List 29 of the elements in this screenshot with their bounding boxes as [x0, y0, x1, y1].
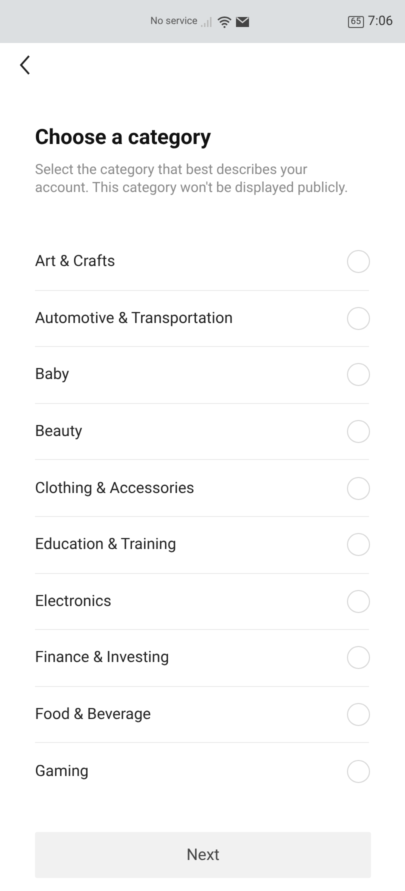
category-option[interactable]: Clothing & Accessories [35, 460, 369, 517]
radio-button[interactable] [347, 476, 370, 500]
clock-time: 7:06 [368, 12, 393, 31]
back-icon [19, 55, 31, 75]
radio-button[interactable] [347, 363, 370, 386]
radio-button[interactable] [347, 760, 370, 784]
battery-indicator: 65 [348, 16, 364, 28]
category-option[interactable]: Beauty [35, 404, 369, 460]
category-option[interactable]: Finance & Investing [35, 630, 369, 687]
wifi-icon [217, 16, 232, 28]
radio-button[interactable] [347, 533, 370, 556]
category-option[interactable]: Food & Beverage [35, 686, 369, 744]
radio-button[interactable] [347, 420, 370, 444]
category-option[interactable]: Automotive & Transportation [35, 290, 369, 348]
radio-button[interactable] [347, 703, 370, 726]
mail-icon [236, 16, 250, 26]
signal-icon [201, 16, 214, 26]
category-option[interactable]: Art & Crafts [35, 234, 369, 291]
carrier-text: No service [150, 15, 198, 29]
radio-button[interactable] [347, 646, 370, 670]
page-description: Select the category that best describes your account. This category won't be displayed publicly. [35, 161, 350, 197]
page-title: Choose a category [35, 125, 212, 152]
category-option[interactable]: Education & Training [35, 516, 369, 574]
category-option[interactable]: Gaming [35, 743, 369, 800]
category-option[interactable]: Baby [35, 347, 369, 404]
radio-button[interactable] [347, 250, 370, 274]
category-option[interactable]: Electronics [35, 574, 369, 630]
radio-button[interactable] [347, 306, 370, 330]
radio-button[interactable] [347, 590, 370, 613]
